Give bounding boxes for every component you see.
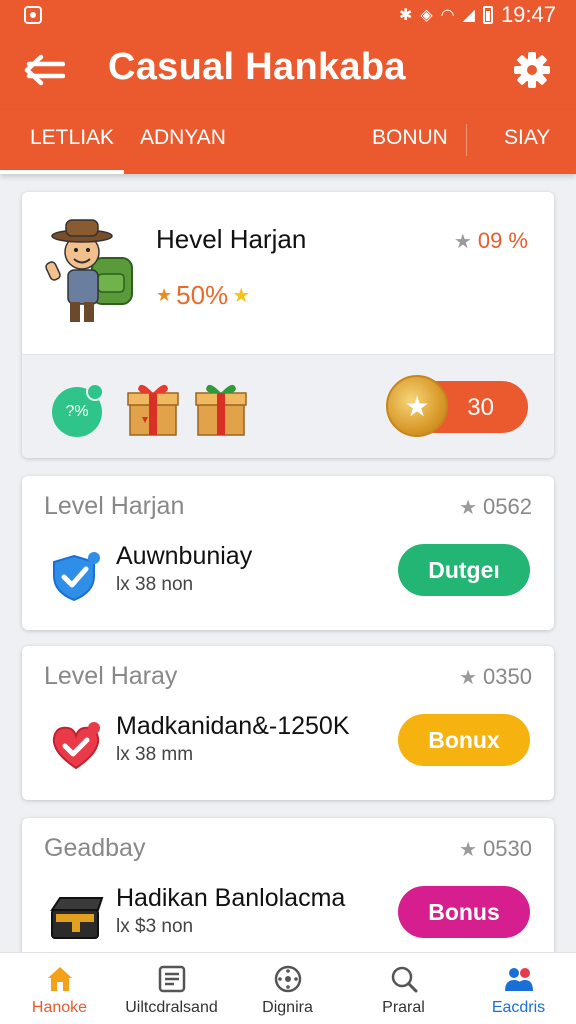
tab-active-indicator <box>0 170 124 174</box>
level-name: Madkanidan&-1250K <box>116 712 350 740</box>
tab-bonun[interactable]: BONUN <box>372 126 448 150</box>
gift-box-icon[interactable] <box>194 377 248 437</box>
arrow-left-icon <box>24 54 65 86</box>
page-title: Casual Hankaba <box>108 46 406 88</box>
hero-progress: ★ 50% ★ <box>156 280 251 310</box>
level-score: ★ 0350 <box>459 664 532 689</box>
treasure-chest-icon <box>50 897 104 939</box>
hero-name: Hevel Harjan <box>156 224 307 254</box>
tab-letliak[interactable]: LETLIAK <box>30 126 114 150</box>
level-sub: lx 38 non <box>116 574 194 595</box>
tab-bar: LETLIAK ADNYAN BONUN SIAY <box>0 110 576 174</box>
coin-count: 30 <box>467 394 494 421</box>
dial-icon <box>274 965 301 993</box>
battery-icon <box>482 6 493 24</box>
bonus-button[interactable]: Bonux <box>398 714 530 766</box>
gift-box-icon[interactable] <box>126 377 180 437</box>
nav-list[interactable]: Uiltcdralsand <box>114 953 229 1024</box>
nav-people[interactable]: Eacdris <box>461 953 576 1024</box>
level-score: ★ 0530 <box>459 836 532 861</box>
star-icon: ★ <box>459 666 478 689</box>
back-button[interactable] <box>20 46 68 94</box>
list-icon <box>158 965 185 993</box>
bluetooth-icon: ✱ <box>398 7 413 24</box>
level-card[interactable]: Level Haray ★ 0350 Madkanidan&-1250K lx … <box>22 646 554 800</box>
wifi-icon: ◠ <box>440 7 455 24</box>
app-bar: Casual Hankaba <box>0 30 576 110</box>
search-icon <box>391 966 417 993</box>
people-icon <box>504 968 533 991</box>
nav-dial[interactable]: Dignira <box>230 953 345 1024</box>
home-icon <box>47 967 72 991</box>
status-bar: ✱ ◈ ◠ ◢ 19:47 <box>0 0 576 30</box>
nav-home[interactable]: Hanoke <box>2 953 117 1024</box>
star-icon: ★ <box>232 285 251 307</box>
tab-divider <box>466 124 467 156</box>
star-icon: ★ <box>459 838 478 861</box>
nfc-icon: ◈ <box>420 7 433 24</box>
explorer-avatar <box>45 219 133 322</box>
shield-check-icon <box>53 552 100 602</box>
tab-adnyan[interactable]: ADNYAN <box>140 126 226 150</box>
heart-check-icon <box>52 722 100 770</box>
tab-siay[interactable]: SIAY <box>504 126 550 150</box>
bottom-nav: Hanoke Uiltcdralsand Dignira Praral Eacd… <box>0 952 576 1024</box>
level-score: ★ 0562 <box>459 494 532 519</box>
signal-icon: ◢ <box>462 7 475 24</box>
star-icon: ★ <box>156 285 173 305</box>
nav-search[interactable]: Praral <box>346 953 461 1024</box>
level-name: Auwnbuniay <box>116 542 253 570</box>
hero-card[interactable]: Hevel Harjan ★ 09 % ★ 50% ★ ?% ★ 30 <box>22 192 554 458</box>
level-title: Level Harjan <box>44 492 185 520</box>
level-sub: lx $3 non <box>116 916 194 937</box>
level-sub: lx 38 mm <box>116 744 194 765</box>
bonus-button[interactable]: Bonus <box>398 886 530 938</box>
coin-icon: ★ <box>386 375 448 437</box>
star-icon: ★ <box>459 496 478 519</box>
star-icon: ★ <box>453 230 472 253</box>
level-action-button[interactable]: Dutgeı <box>398 544 530 596</box>
app-notification-icon <box>24 6 42 24</box>
percent-badge: ?% <box>52 383 104 437</box>
level-title: Level Haray <box>44 662 178 690</box>
settings-button[interactable] <box>508 46 556 94</box>
level-card[interactable]: Level Harjan ★ 0562 Auwnbuniay lx 38 non… <box>22 476 554 630</box>
status-time: 19:47 <box>500 2 556 27</box>
level-name: Hadikan Banlolacma <box>116 884 346 912</box>
level-card[interactable]: Geadbay ★ 0530 Hadikan Banlolacma lx $3 … <box>22 818 554 972</box>
level-title: Geadbay <box>44 834 146 862</box>
hero-rank: ★ 09 % <box>453 228 528 253</box>
gear-icon <box>514 52 550 88</box>
